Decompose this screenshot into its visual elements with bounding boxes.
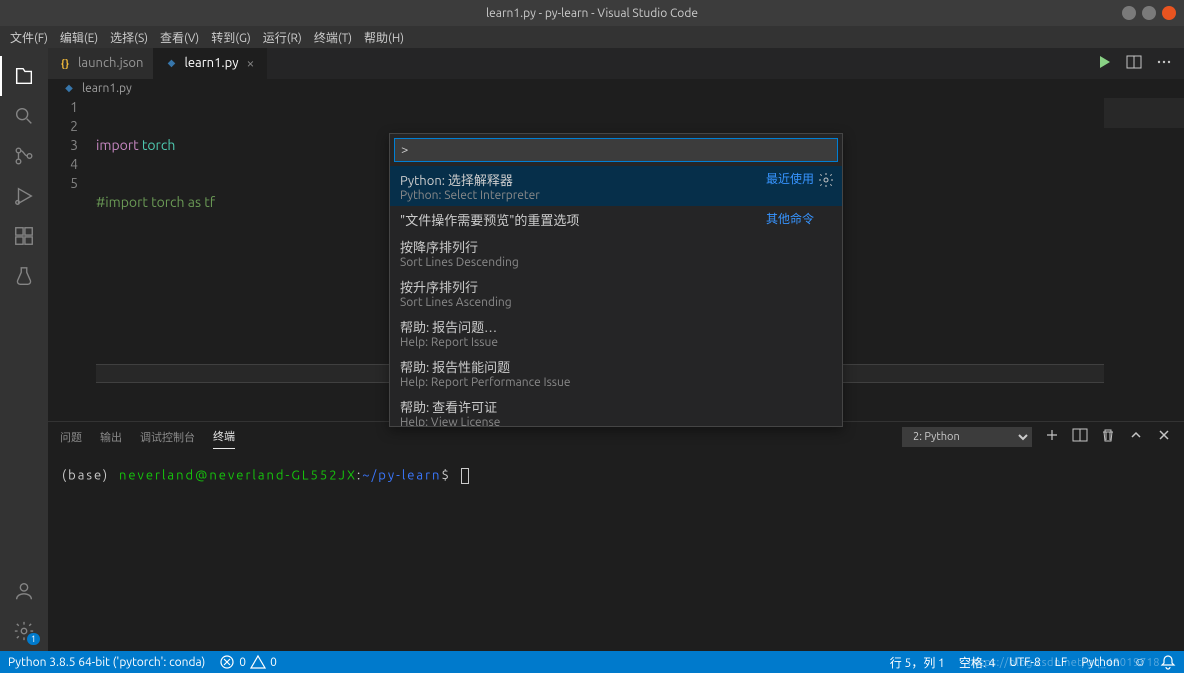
maximize-button[interactable] xyxy=(1142,6,1156,20)
split-terminal-icon[interactable] xyxy=(1072,427,1088,446)
tab-learn1-py[interactable]: learn1.py × xyxy=(154,48,267,79)
title-bar: learn1.py - py-learn - Visual Studio Cod… xyxy=(0,0,1184,26)
status-bar: Python 3.8.5 64-bit ('pytorch': conda) 0… xyxy=(0,651,1184,673)
settings-badge: 1 xyxy=(27,633,40,645)
palette-list: Python: 选择解释器 Python: Select Interpreter… xyxy=(390,166,842,426)
extensions-icon[interactable] xyxy=(0,216,48,256)
status-python-env[interactable]: Python 3.8.5 64-bit ('pytorch': conda) xyxy=(8,656,205,669)
command-palette: Python: 选择解释器 Python: Select Interpreter… xyxy=(389,133,843,427)
tab-launch-json[interactable]: launch.json xyxy=(48,48,154,79)
palette-item-select-interpreter[interactable]: Python: 选择解释器 Python: Select Interpreter… xyxy=(390,166,842,206)
close-icon[interactable]: × xyxy=(244,55,256,71)
status-encoding[interactable]: UTF-8 xyxy=(1009,656,1040,669)
palette-item[interactable]: "文件操作需要预览"的重置选项 其他命令 xyxy=(390,206,842,233)
code-editor[interactable]: 1 2 3 4 5 import torch #import torch as … xyxy=(48,98,1184,421)
menu-help[interactable]: 帮助(H) xyxy=(358,27,410,48)
panel-tab-problems[interactable]: 问题 xyxy=(60,425,82,449)
status-language[interactable]: Python xyxy=(1081,656,1120,669)
python-icon xyxy=(164,56,178,70)
status-spaces[interactable]: 空格: 4 xyxy=(959,654,995,671)
status-feedback-icon[interactable]: ☺ xyxy=(1134,655,1146,669)
status-ln-col[interactable]: 行 5，列 1 xyxy=(890,654,945,671)
terminal-select[interactable]: 2: Python xyxy=(902,427,1032,447)
kill-terminal-icon[interactable] xyxy=(1100,427,1116,446)
more-icon[interactable] xyxy=(1156,54,1172,73)
cursor xyxy=(461,468,469,484)
split-editor-icon[interactable] xyxy=(1126,54,1142,73)
recent-badge: 最近使用 xyxy=(766,170,814,187)
run-icon[interactable] xyxy=(1096,54,1112,73)
palette-item[interactable]: 帮助: 报告问题… Help: Report Issue xyxy=(390,313,842,353)
panel-tab-debug[interactable]: 调试控制台 xyxy=(140,425,195,449)
close-button[interactable] xyxy=(1162,6,1176,20)
palette-item[interactable]: 按升序排列行 Sort Lines Ascending xyxy=(390,273,842,313)
search-icon[interactable] xyxy=(0,96,48,136)
menu-run[interactable]: 运行(R) xyxy=(257,27,308,48)
status-bell-icon[interactable] xyxy=(1160,654,1176,670)
terminal[interactable]: (base) neverland@neverland-GL552JX:~/py-… xyxy=(48,452,1184,651)
tab-label: launch.json xyxy=(78,56,143,70)
palette-item[interactable]: 帮助: 报告性能问题 Help: Report Performance Issu… xyxy=(390,353,842,393)
minimize-button[interactable] xyxy=(1122,6,1136,20)
bottom-panel: 问题 输出 调试控制台 终端 2: Python (base) xyxy=(48,421,1184,651)
json-icon xyxy=(58,56,72,70)
new-terminal-icon[interactable] xyxy=(1044,427,1060,446)
activity-bar: 1 xyxy=(0,48,48,651)
other-badge: 其他命令 xyxy=(766,210,814,227)
menu-edit[interactable]: 编辑(E) xyxy=(54,27,104,48)
settings-icon[interactable]: 1 xyxy=(0,611,48,651)
window-title: learn1.py - py-learn - Visual Studio Cod… xyxy=(486,7,698,20)
python-icon xyxy=(62,81,76,95)
testing-icon[interactable] xyxy=(0,256,48,296)
panel-tab-output[interactable]: 输出 xyxy=(100,425,122,449)
close-panel-icon[interactable] xyxy=(1156,427,1172,446)
maximize-panel-icon[interactable] xyxy=(1128,427,1144,446)
panel-tab-terminal[interactable]: 终端 xyxy=(213,424,235,449)
menu-terminal[interactable]: 终端(T) xyxy=(308,27,358,48)
menu-select[interactable]: 选择(S) xyxy=(104,27,154,48)
tab-label: learn1.py xyxy=(184,56,238,70)
palette-item[interactable]: 按降序排列行 Sort Lines Descending xyxy=(390,233,842,273)
breadcrumb[interactable]: learn1.py xyxy=(48,79,1184,98)
accounts-icon[interactable] xyxy=(0,571,48,611)
breadcrumb-file: learn1.py xyxy=(82,82,132,95)
editor-area: launch.json learn1.py × learn xyxy=(48,48,1184,651)
gear-icon[interactable] xyxy=(818,172,834,191)
explorer-icon[interactable] xyxy=(0,56,48,96)
status-eol[interactable]: LF xyxy=(1055,656,1067,669)
run-debug-icon[interactable] xyxy=(0,176,48,216)
menu-file[interactable]: 文件(F) xyxy=(4,27,54,48)
line-gutter: 1 2 3 4 5 xyxy=(48,98,96,421)
palette-input[interactable] xyxy=(394,138,838,162)
window-controls xyxy=(1122,6,1184,20)
status-problems[interactable]: 0 0 xyxy=(219,654,277,670)
minimap-slider[interactable] xyxy=(1104,98,1184,128)
menu-view[interactable]: 查看(V) xyxy=(154,27,205,48)
menu-bar: 文件(F) 编辑(E) 选择(S) 查看(V) 转到(G) 运行(R) 终端(T… xyxy=(0,26,1184,48)
menu-go[interactable]: 转到(G) xyxy=(205,27,257,48)
palette-item[interactable]: 帮助: 查看许可证 Help: View License xyxy=(390,393,842,426)
tab-bar: launch.json learn1.py × xyxy=(48,48,1184,79)
source-control-icon[interactable] xyxy=(0,136,48,176)
minimap[interactable] xyxy=(1104,98,1184,421)
